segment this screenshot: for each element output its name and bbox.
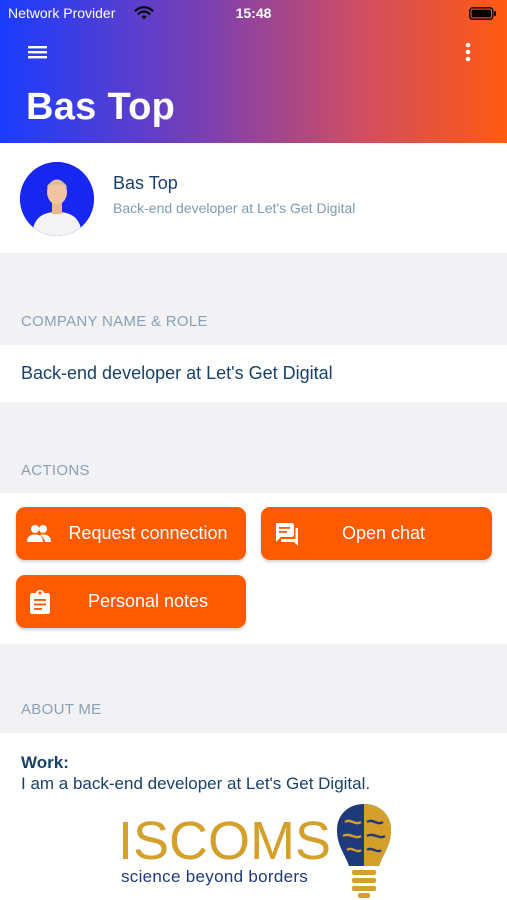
logo-tagline: science beyond borders (121, 867, 309, 886)
work-label: Work: (21, 753, 69, 772)
profile-card: Bas Top Back-end developer at Let's Get … (0, 143, 507, 253)
company-row: Back-end developer at Let's Get Digital (0, 345, 507, 402)
request-connection-label: Request connection (68, 523, 228, 543)
actions-section-label: ACTIONS (21, 462, 90, 479)
personal-notes-label: Personal notes (87, 591, 209, 611)
profile-name: Bas Top (113, 173, 178, 193)
status-bar: Network Provider 15:48 (8, 5, 499, 23)
app-header: Network Provider 15:48 Bas Top (0, 0, 507, 143)
request-connection-button[interactable]: Request connection (16, 507, 246, 560)
clock: 15:48 (235, 5, 272, 21)
profile-subtitle: Back-end developer at Let's Get Digital (113, 200, 356, 216)
person-photo (20, 162, 94, 236)
avatar (20, 162, 94, 236)
page-title: Bas Top (26, 86, 176, 128)
clipboard-icon (30, 590, 50, 614)
open-chat-label: Open chat (341, 523, 426, 543)
iscoms-logo: ISCOMS science beyond borders (118, 800, 398, 900)
company-section-label: COMPANY NAME & ROLE (21, 313, 208, 330)
about-section-label: ABOUT ME (21, 701, 102, 718)
menu-icon[interactable] (24, 40, 52, 64)
people-icon (27, 525, 51, 542)
open-chat-button[interactable]: Open chat (261, 507, 492, 560)
chat-icon (276, 523, 298, 546)
battery-icon (469, 7, 496, 20)
company-role-value: Back-end developer at Let's Get Digital (21, 363, 333, 383)
logo-wordmark: ISCOMS (118, 811, 332, 871)
personal-notes-button[interactable]: Personal notes (16, 575, 246, 628)
work-description: I am a back-end developer at Let's Get D… (21, 774, 371, 793)
actions-panel: Request connection Open chat Personal no… (0, 493, 507, 644)
more-options-icon[interactable] (456, 40, 480, 64)
brain-lightbulb-icon (337, 804, 391, 898)
